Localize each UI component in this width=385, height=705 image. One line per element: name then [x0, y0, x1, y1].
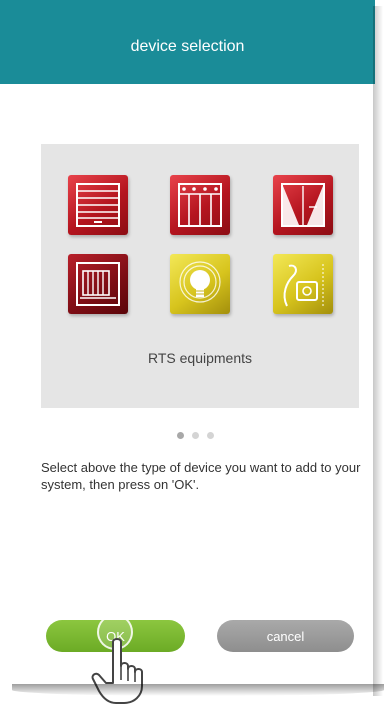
device-category-label: RTS equipments: [147, 350, 252, 366]
device-gate[interactable]: [68, 254, 128, 314]
light-bulb-icon: [179, 261, 221, 303]
device-plug[interactable]: [273, 254, 333, 314]
page-dot-3[interactable]: [207, 432, 214, 439]
curtain-icon: [281, 183, 325, 227]
screen-edge-shadow: [373, 6, 383, 696]
instructions-text: Select above the type of device you want…: [41, 460, 361, 492]
device-carousel[interactable]: RTS equipments: [41, 144, 359, 408]
header-bar: device selection: [0, 0, 375, 84]
device-roller-shutter[interactable]: [68, 175, 128, 235]
cancel-button-label: cancel: [266, 628, 305, 644]
gate-icon: [76, 262, 120, 306]
device-light[interactable]: [170, 254, 230, 314]
device-curtain[interactable]: [273, 175, 333, 235]
page-dot-2[interactable]: [192, 432, 199, 439]
page-dot-1[interactable]: [177, 432, 184, 439]
page-indicator[interactable]: [177, 432, 214, 439]
venetian-blind-icon: [178, 183, 222, 227]
cancel-button[interactable]: cancel: [217, 620, 354, 652]
screen-bottom-shadow: [12, 684, 384, 696]
roller-shutter-icon: [76, 183, 120, 227]
page-title: device selection: [130, 38, 245, 55]
device-venetian-blind[interactable]: [170, 175, 230, 235]
plug-socket-icon: [283, 264, 324, 308]
device-selection-screen: device selection RTS equipments Select a…: [0, 0, 375, 704]
